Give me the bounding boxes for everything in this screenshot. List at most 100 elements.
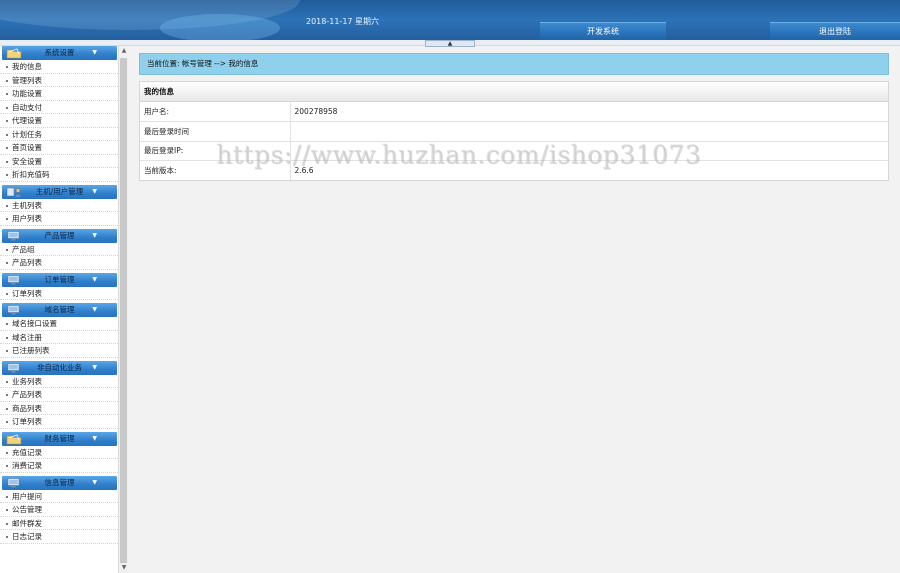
sidebar-item-label: 订单列表 bbox=[12, 288, 42, 298]
sidebar-item-label: 安全设置 bbox=[12, 156, 42, 166]
sidebar-item[interactable]: 域名接口设置 bbox=[0, 317, 118, 331]
nav-group: 系统设置 ▼ 我的信息 管理列表功能设置自动支付代理设置计划任务首页设置安全设置折扣充… bbox=[0, 46, 118, 182]
nav-group-header[interactable]: 域名管理 ▼ bbox=[2, 303, 117, 317]
sidebar-scrollbar[interactable]: ▲ ▼ bbox=[118, 46, 128, 573]
bullet-icon bbox=[6, 160, 8, 163]
sidebar-item-label: 域名接口设置 bbox=[12, 319, 57, 328]
chevron-down-icon: ▼ bbox=[92, 306, 97, 313]
sidebar-item[interactable]: 首页设置 bbox=[0, 141, 118, 155]
watermark: https://www.huzhan.com/ishop31073 bbox=[216, 140, 702, 169]
sidebar-item-label: 计划任务 bbox=[12, 129, 42, 139]
bullet-icon bbox=[6, 262, 8, 264]
bullet-icon bbox=[6, 394, 8, 396]
sidebar-item[interactable]: 商品列表 bbox=[0, 402, 118, 415]
sidebar-item-label: 代理设置 bbox=[12, 116, 42, 125]
bullet-icon bbox=[6, 421, 8, 423]
sidebar-item[interactable]: 管理列表 bbox=[0, 74, 118, 87]
breadcrumb: 当前位置: 帐号管理 --> 我的信息 bbox=[139, 53, 889, 75]
sidebar-item-label: 充值记录 bbox=[12, 447, 42, 457]
nav-group-header[interactable]: 产品管理 ▼ bbox=[2, 228, 117, 243]
current-date: 2018-11-17 星期六 bbox=[306, 17, 380, 26]
sidebar-item[interactable]: 用户提问 bbox=[0, 490, 118, 503]
nav-group-title: 主机/用户管理 bbox=[35, 186, 84, 196]
bullet-icon bbox=[6, 106, 8, 109]
sidebar-item[interactable]: 邮件群发 bbox=[0, 517, 118, 530]
sidebar-item-label: 功能设置 bbox=[12, 89, 42, 98]
nav-group-header[interactable]: 信息管理 ▼ bbox=[2, 475, 117, 490]
sidebar-item[interactable]: 产品列表 bbox=[0, 256, 118, 270]
sidebar-item-label: 商品列表 bbox=[12, 403, 42, 413]
sidebar-item[interactable]: 计划任务 bbox=[0, 128, 118, 141]
sidebar-item-label: 主机列表 bbox=[12, 200, 42, 210]
sidebar-item-label: 消费记录 bbox=[12, 461, 42, 470]
username-label: 用户名: bbox=[140, 102, 291, 122]
bullet-icon bbox=[6, 174, 8, 176]
sidebar-item[interactable]: 自动支付 bbox=[0, 101, 118, 114]
sidebar-item-label: 用户提问 bbox=[12, 491, 42, 501]
sidebar-item[interactable]: 代理设置 bbox=[0, 114, 118, 128]
sidebar-item[interactable]: 已注册列表 bbox=[0, 344, 118, 358]
bullet-icon bbox=[6, 133, 8, 136]
sidebar-item[interactable]: 日志记录 bbox=[0, 530, 118, 544]
header-decoration-2 bbox=[160, 14, 280, 40]
sidebar-item[interactable]: 订单列表 bbox=[0, 287, 118, 300]
bullet-icon bbox=[6, 204, 8, 207]
sidebar-item-label: 首页设置 bbox=[12, 143, 42, 152]
nav-group: 非自动化业务 ▼ 业务列表 产品列表 商品列表订单列表 bbox=[0, 360, 118, 429]
sidebar-item[interactable]: 折扣充值码 bbox=[0, 168, 118, 182]
scroll-up-arrow[interactable]: ▲ bbox=[119, 46, 129, 56]
bullet-icon bbox=[6, 336, 8, 339]
sidebar-item[interactable]: 公告管理 bbox=[0, 503, 118, 517]
sidebar-item[interactable]: 用户列表 bbox=[0, 212, 118, 226]
nav-group-header[interactable]: 主机/用户管理 ▼ bbox=[2, 184, 117, 199]
sidebar-item-label: 自动支付 bbox=[12, 102, 42, 112]
nav-group-title: 产品管理 bbox=[44, 230, 75, 240]
last-login-time-value bbox=[290, 121, 888, 142]
bullet-icon bbox=[6, 66, 8, 68]
sidebar-item[interactable]: 订单列表 bbox=[0, 415, 118, 429]
nav-group: 主机/用户管理 ▼ 主机列表用户列表 bbox=[0, 184, 118, 226]
sidebar-item[interactable]: 业务列表 bbox=[0, 375, 118, 388]
bullet-icon bbox=[6, 323, 8, 325]
bullet-icon bbox=[6, 79, 8, 82]
sidebar-item[interactable]: 主机列表 bbox=[0, 199, 118, 212]
dev-system-button[interactable]: 开发系统 bbox=[540, 22, 666, 40]
sidebar-item-label: 已注册列表 bbox=[12, 346, 50, 355]
sidebar-item-label: 公告管理 bbox=[12, 505, 42, 514]
logout-button[interactable]: 退出登陆 bbox=[770, 22, 900, 40]
sidebar-item-label: 管理列表 bbox=[12, 75, 42, 85]
sidebar-item[interactable]: 安全设置 bbox=[0, 155, 118, 168]
nav-group: 域名管理 ▼ 域名接口设置域名注册已注册列表 bbox=[0, 303, 118, 358]
nav-group-title: 域名管理 bbox=[44, 305, 75, 314]
nav-group-header[interactable]: 系统设置 ▼ bbox=[2, 46, 117, 60]
sidebar-item-label: 日志记录 bbox=[12, 532, 42, 541]
nav-group-header[interactable]: 非自动化业务 ▼ bbox=[2, 360, 117, 375]
collapse-header-button[interactable]: ▲ bbox=[425, 40, 475, 47]
bullet-icon bbox=[6, 248, 8, 251]
bullet-icon bbox=[6, 380, 8, 383]
nav-group-header[interactable]: 财务管理 ▼ bbox=[2, 431, 117, 446]
bullet-icon bbox=[6, 120, 8, 122]
nav-group-title: 系统设置 bbox=[44, 48, 75, 57]
sidebar-item-label: 用户列表 bbox=[12, 214, 42, 223]
sidebar-item[interactable]: 域名注册 bbox=[0, 331, 118, 344]
chevron-down-icon: ▼ bbox=[92, 275, 97, 283]
sidebar-item[interactable]: 消费记录 bbox=[0, 459, 118, 473]
scroll-thumb[interactable] bbox=[120, 58, 127, 563]
chevron-down-icon: ▼ bbox=[92, 434, 97, 442]
bullet-icon bbox=[6, 292, 8, 295]
sidebar-item[interactable]: 产品列表 bbox=[0, 388, 118, 402]
bullet-icon bbox=[6, 407, 8, 410]
username-value: 200278958 bbox=[290, 102, 888, 122]
table-row: 用户名: 200278958 bbox=[140, 102, 888, 122]
sidebar-item[interactable]: 我的信息 bbox=[0, 60, 118, 74]
scroll-down-arrow[interactable]: ▼ bbox=[119, 563, 129, 573]
sidebar-item[interactable]: 功能设置 bbox=[0, 87, 118, 101]
sidebar-item-label: 邮件群发 bbox=[12, 518, 42, 528]
bullet-icon bbox=[6, 147, 8, 149]
sidebar-item[interactable]: 产品组 bbox=[0, 243, 118, 256]
bullet-icon bbox=[6, 350, 8, 352]
nav-group-header[interactable]: 订单管理 ▼ bbox=[2, 272, 117, 287]
sidebar-item[interactable]: 充值记录 bbox=[0, 446, 118, 459]
nav-group: 订单管理 ▼ 订单列表 bbox=[0, 272, 118, 300]
